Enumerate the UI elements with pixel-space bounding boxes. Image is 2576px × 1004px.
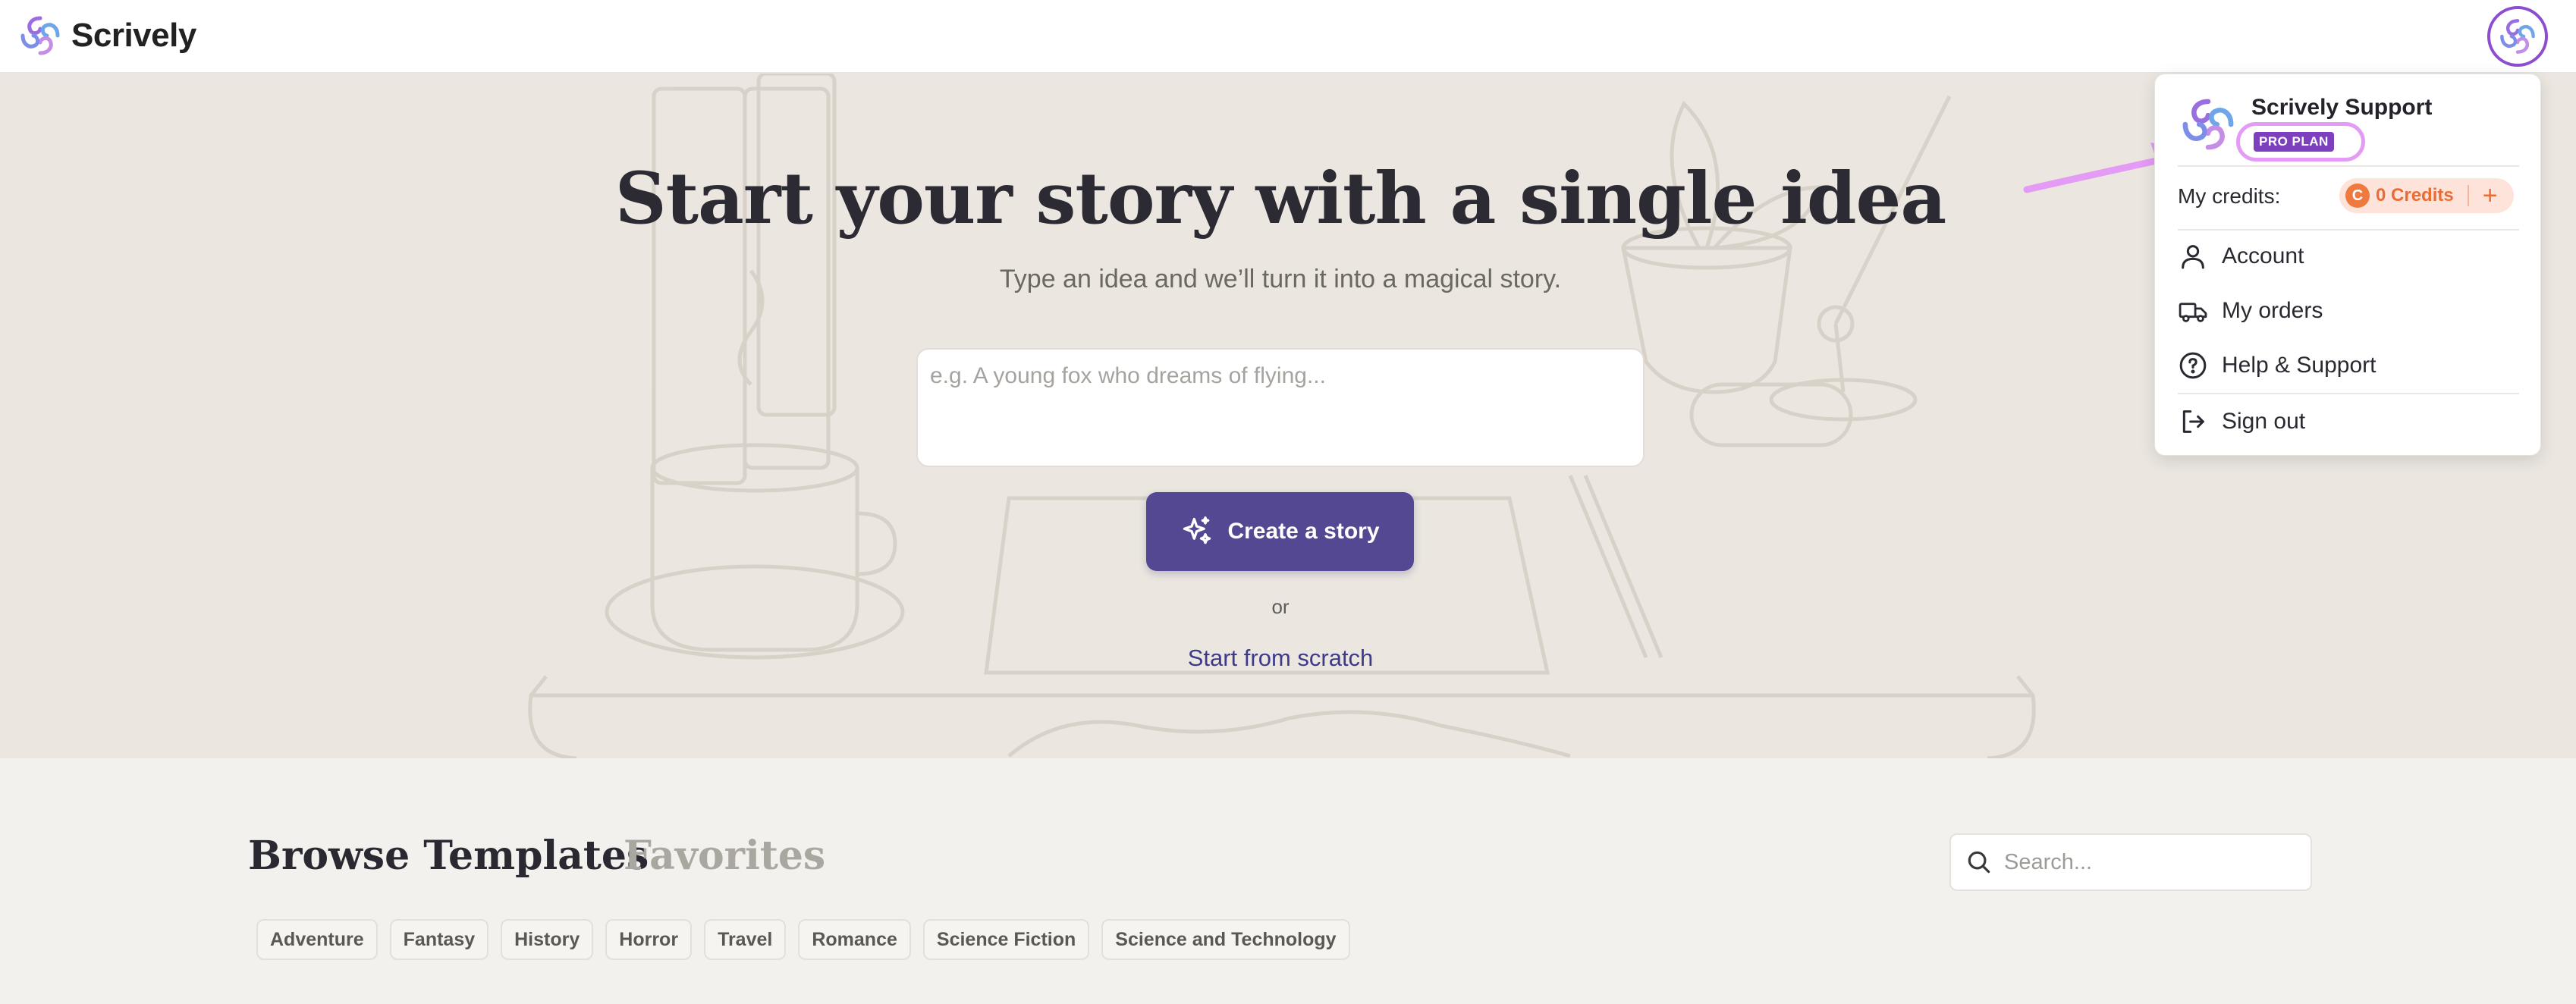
category-filter-list: Adventure Fantasy History Horror Travel … (256, 919, 1350, 960)
or-divider-text: or (1271, 595, 1290, 618)
menu-item-label: Sign out (2222, 409, 2306, 434)
category-chip-adventure[interactable]: Adventure (256, 919, 378, 960)
category-chip-travel[interactable]: Travel (704, 919, 787, 960)
menu-item-account[interactable]: Account (2178, 234, 2519, 279)
app-logo[interactable]: Scrively (18, 14, 196, 58)
help-circle-icon (2178, 350, 2208, 381)
menu-item-help-support[interactable]: Help & Support (2178, 343, 2519, 388)
app-name: Scrively (71, 17, 196, 54)
menu-divider (2178, 393, 2519, 394)
template-search-input[interactable] (2004, 849, 2292, 875)
profile-logo-icon (2182, 99, 2234, 150)
avatar-logo-icon (2500, 19, 2535, 54)
category-chip-fantasy[interactable]: Fantasy (389, 919, 489, 960)
menu-divider (2178, 165, 2519, 167)
user-dropdown-menu: Scrively Support PRO PLAN My credits: C … (2154, 74, 2541, 456)
user-icon (2178, 241, 2208, 271)
pill-divider (2467, 185, 2469, 206)
truck-icon (2178, 296, 2208, 326)
template-search-box[interactable] (1949, 833, 2312, 891)
add-credits-icon[interactable]: + (2483, 183, 2498, 209)
top-bar: Scrively (0, 0, 2576, 74)
menu-divider (2178, 229, 2519, 231)
menu-item-my-orders[interactable]: My orders (2178, 288, 2519, 334)
start-from-scratch-link[interactable]: Start from scratch (0, 645, 2561, 672)
user-avatar-button[interactable] (2487, 6, 2548, 67)
category-chip-science-fiction[interactable]: Science Fiction (922, 919, 1090, 960)
category-chip-history[interactable]: History (501, 919, 594, 960)
story-idea-input[interactable] (916, 348, 1645, 467)
credit-coin-icon: C (2345, 184, 2370, 208)
sparkles-icon (1183, 516, 1211, 544)
credits-value: 0 Credits (2376, 185, 2454, 206)
profile-name: Scrively Support (2251, 95, 2433, 120)
category-chip-horror[interactable]: Horror (605, 919, 693, 960)
credits-label: My credits: (2178, 184, 2281, 208)
sign-out-icon (2178, 406, 2208, 437)
menu-item-label: My orders (2222, 298, 2323, 323)
create-story-label: Create a story (1227, 519, 1380, 544)
search-icon (1968, 851, 1990, 874)
menu-item-label: Help & Support (2222, 353, 2377, 378)
tab-favorites[interactable]: Favorites (624, 833, 825, 879)
scrively-logo-icon (20, 16, 60, 55)
tab-browse-templates[interactable]: Browse Templates (248, 833, 649, 879)
credits-pill[interactable]: C 0 Credits + (2339, 178, 2514, 213)
menu-item-label: Account (2222, 243, 2304, 268)
plan-badge: PRO PLAN (2254, 132, 2334, 152)
menu-item-sign-out[interactable]: Sign out (2178, 399, 2519, 444)
create-story-button[interactable]: Create a story (1146, 492, 1414, 571)
category-chip-science-and-technology[interactable]: Science and Technology (1101, 919, 1350, 960)
category-chip-romance[interactable]: Romance (798, 919, 911, 960)
